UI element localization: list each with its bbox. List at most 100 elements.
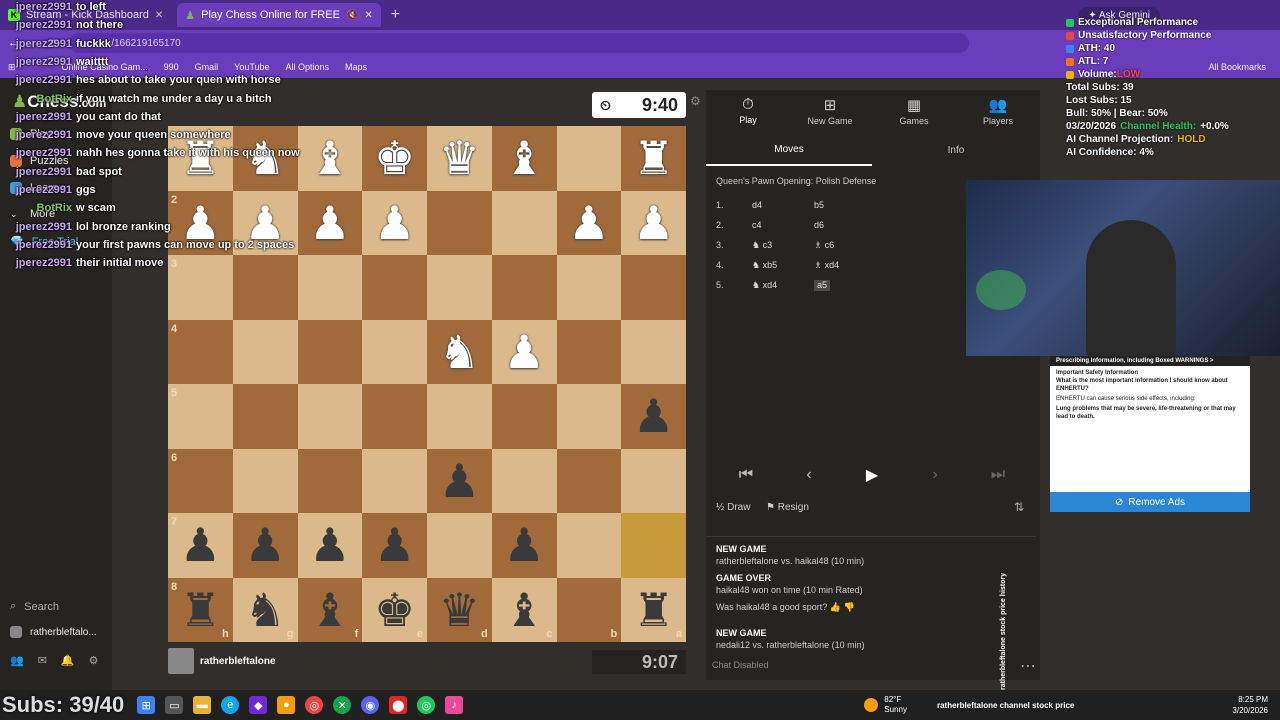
board-square[interactable] xyxy=(556,255,622,320)
files-icon[interactable]: ▭ xyxy=(165,696,184,714)
white-pawn-piece[interactable]: ♟ xyxy=(492,320,557,385)
board-square[interactable]: ♟ xyxy=(427,448,492,514)
thumbs-icon[interactable]: 👍 👎 xyxy=(827,602,855,612)
board-square[interactable] xyxy=(556,448,622,513)
bookmark-all-options[interactable]: All Options xyxy=(286,62,330,72)
chrome-active-icon[interactable]: ◎ xyxy=(417,696,436,714)
tab-players[interactable]: 👥 Players xyxy=(958,96,1038,126)
remove-ads-button[interactable]: ⊘ Remove Ads xyxy=(1050,492,1250,512)
bookmark-gmail[interactable]: Gmail xyxy=(195,62,219,72)
board-square[interactable]: c ♝ xyxy=(491,577,557,643)
board-square[interactable] xyxy=(621,319,686,384)
board-square[interactable]: g ♞ xyxy=(232,577,298,642)
sidebar-user[interactable]: ratherbleftalo... xyxy=(10,626,97,638)
white-pawn-piece[interactable]: ♟ xyxy=(298,191,363,256)
board-square[interactable]: ♚ xyxy=(362,126,427,191)
board-square[interactable]: ♟ xyxy=(491,319,557,385)
bottom-player-name[interactable]: ratherbleftalone xyxy=(200,656,276,667)
black-rook-piece[interactable]: ♜ xyxy=(168,578,233,643)
black-pawn-piece[interactable]: ♟ xyxy=(427,449,492,514)
board-square[interactable]: ♞ xyxy=(427,319,492,385)
subtab-moves[interactable]: Moves xyxy=(706,134,872,166)
board-square[interactable]: ♟ xyxy=(232,513,298,578)
play-button[interactable]: ▶ xyxy=(842,462,902,488)
white-move[interactable]: ♞ xd4 xyxy=(752,280,814,291)
board-square[interactable] xyxy=(362,255,427,320)
black-king-piece[interactable]: ♚ xyxy=(362,578,427,643)
white-queen-piece[interactable]: ♛ xyxy=(427,126,492,191)
board-square[interactable] xyxy=(427,513,492,578)
white-pawn-piece[interactable]: ♟ xyxy=(362,191,427,256)
board-square[interactable]: 4 xyxy=(168,319,233,384)
white-knight-piece[interactable]: ♞ xyxy=(427,320,492,385)
board-square[interactable]: ♟ xyxy=(297,513,363,578)
next-move-button[interactable]: › xyxy=(905,462,965,488)
board-square[interactable] xyxy=(491,255,557,320)
maps-icon[interactable]: ⬤ xyxy=(389,696,408,714)
board-square[interactable]: ♝ xyxy=(297,126,363,191)
store-icon[interactable]: ◆ xyxy=(249,696,268,714)
friends-icon[interactable]: 👥 xyxy=(10,654,24,667)
black-pawn-piece[interactable]: ♟ xyxy=(621,384,686,449)
weather-widget[interactable]: 82°F Sunny xyxy=(864,695,907,715)
app-icon[interactable]: ● xyxy=(277,696,296,714)
board-square[interactable]: ♟ xyxy=(621,384,686,449)
black-pawn-piece[interactable]: ♟ xyxy=(362,513,427,578)
more-options-icon[interactable]: ⋯ xyxy=(1020,656,1036,676)
board-square[interactable]: ♟ xyxy=(362,190,427,256)
black-pawn-piece[interactable]: ♟ xyxy=(233,513,298,578)
board-square[interactable] xyxy=(491,190,557,255)
white-pawn-piece[interactable]: ♟ xyxy=(557,191,622,256)
board-square[interactable] xyxy=(491,384,557,449)
board-square[interactable]: ♟ xyxy=(362,513,427,578)
black-bishop-piece[interactable]: ♝ xyxy=(492,578,557,643)
board-square[interactable]: ♟ xyxy=(491,513,557,578)
white-pawn-piece[interactable]: ♟ xyxy=(621,191,686,256)
chess-board[interactable]: 1 ♜ ♞ ♝ ♚ ♛ ♝ ♜ 2 ♟ ♟ ♟ ♟ ♟ ♟ 3 4 ♞ ♟ 5 ♟ 6 ♟ 7 ♟ ♟ ♟ ♟ ♟ 8 h ♜ g ♞ f ♝ e ♚ d ♛… xyxy=(168,126,686,642)
board-square[interactable]: ♜ xyxy=(621,126,686,191)
board-square[interactable]: ♟ xyxy=(621,190,686,256)
music-icon[interactable]: ♪ xyxy=(445,696,464,714)
board-square[interactable] xyxy=(232,255,298,320)
board-square[interactable] xyxy=(556,384,622,449)
bookmark-youtube[interactable]: YouTube xyxy=(234,62,269,72)
board-square[interactable] xyxy=(297,384,363,449)
close-icon[interactable]: ✕ xyxy=(364,10,372,21)
mail-icon[interactable]: ✉ xyxy=(38,654,47,667)
white-move[interactable]: c4 xyxy=(752,220,814,230)
board-square[interactable] xyxy=(427,255,492,320)
bookmark-990[interactable]: 990 xyxy=(164,62,179,72)
last-move-button[interactable]: ⏭ xyxy=(968,462,1028,488)
board-square[interactable]: d ♛ xyxy=(427,577,492,642)
tab-games[interactable]: ▦ Games xyxy=(874,96,954,126)
first-move-button[interactable]: ⏮ xyxy=(716,462,776,488)
draw-button[interactable]: ½ Draw xyxy=(716,502,750,513)
board-square[interactable] xyxy=(362,384,427,449)
sidebar-search[interactable]: ⌕ Search xyxy=(10,600,59,613)
board-square[interactable]: e ♚ xyxy=(362,577,427,643)
board-square[interactable]: 5 xyxy=(168,384,233,449)
ad-banner[interactable]: Prescribing Information, including Boxed… xyxy=(1050,356,1250,492)
black-move[interactable]: d6 xyxy=(814,220,876,230)
board-square[interactable] xyxy=(232,384,298,449)
url-field[interactable]: /166219165170 xyxy=(69,33,970,53)
board-square[interactable]: ♝ xyxy=(491,126,557,191)
board-square[interactable]: 3 xyxy=(168,255,233,320)
settings-gear-icon[interactable]: ⚙ xyxy=(690,94,701,108)
black-bishop-piece[interactable]: ♝ xyxy=(298,578,363,643)
close-icon[interactable]: ✕ xyxy=(155,10,163,21)
bookmark-maps[interactable]: Maps xyxy=(345,62,367,72)
board-square[interactable]: 7 ♟ xyxy=(168,513,233,578)
xbox-icon[interactable]: ✕ xyxy=(333,696,352,714)
board-square[interactable]: ♛ xyxy=(427,126,492,191)
board-square[interactable] xyxy=(362,319,427,384)
black-pawn-piece[interactable]: ♟ xyxy=(168,513,233,578)
prev-move-button[interactable]: ‹ xyxy=(779,462,839,488)
flip-board-icon[interactable]: ⇅ xyxy=(1014,500,1024,514)
board-square[interactable]: f ♝ xyxy=(297,577,363,643)
bell-icon[interactable]: 🔔 xyxy=(61,654,75,667)
white-king-piece[interactable]: ♚ xyxy=(362,126,427,191)
board-square[interactable] xyxy=(427,384,492,449)
board-square[interactable] xyxy=(297,319,363,384)
black-move[interactable]: a5 xyxy=(814,280,831,291)
